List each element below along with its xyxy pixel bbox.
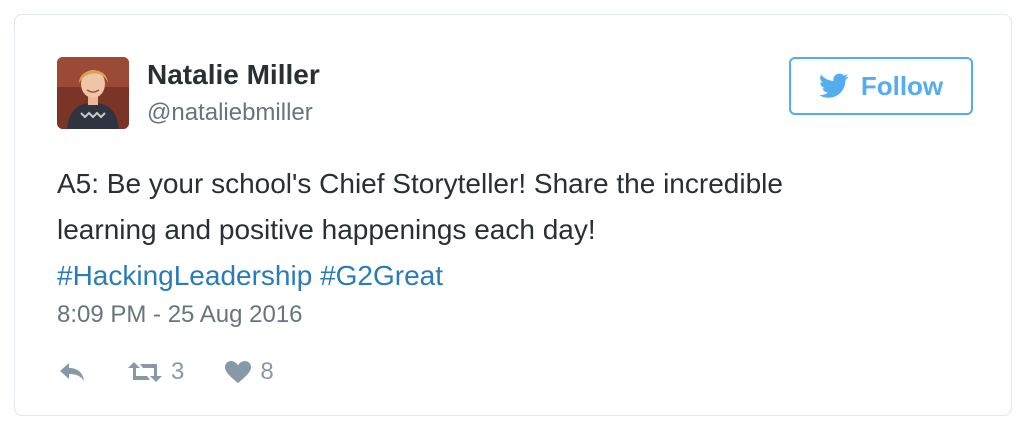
tweet-card: Natalie Miller @nataliebmiller Follow A5… bbox=[14, 14, 1012, 416]
avatar[interactable] bbox=[57, 57, 129, 129]
retweet-button[interactable]: 3 bbox=[127, 358, 184, 386]
tweet-text: A5: Be your school's Chief Storyteller! … bbox=[57, 161, 957, 299]
follow-label: Follow bbox=[860, 70, 944, 101]
like-count: 8 bbox=[260, 358, 274, 385]
author-handle[interactable]: @nataliebmiller bbox=[147, 99, 313, 127]
author-name[interactable]: Natalie Miller bbox=[147, 59, 320, 91]
tweet-actions: 3 8 bbox=[57, 355, 314, 389]
tweet-timestamp[interactable]: 8:09 PM - 25 Aug 2016 bbox=[57, 301, 303, 329]
hashtag-g2great[interactable]: #G2Great bbox=[320, 260, 443, 291]
heart-icon bbox=[224, 360, 252, 384]
follow-button[interactable]: Follow bbox=[789, 57, 973, 115]
like-button[interactable]: 8 bbox=[224, 358, 274, 386]
hashtag-line: #HackingLeadership #G2Great bbox=[57, 253, 957, 299]
hashtag-hackingleadership[interactable]: #HackingLeadership bbox=[57, 260, 312, 291]
retweet-icon bbox=[127, 360, 163, 384]
twitter-bird-icon bbox=[818, 73, 849, 99]
reply-icon bbox=[57, 361, 87, 383]
retweet-count: 3 bbox=[171, 358, 185, 385]
tweet-text-line: learning and positive happenings each da… bbox=[57, 214, 596, 245]
reply-button[interactable] bbox=[57, 361, 87, 383]
tweet-text-line: A5: Be your school's Chief Storyteller! … bbox=[57, 168, 783, 199]
avatar-image bbox=[57, 57, 129, 129]
